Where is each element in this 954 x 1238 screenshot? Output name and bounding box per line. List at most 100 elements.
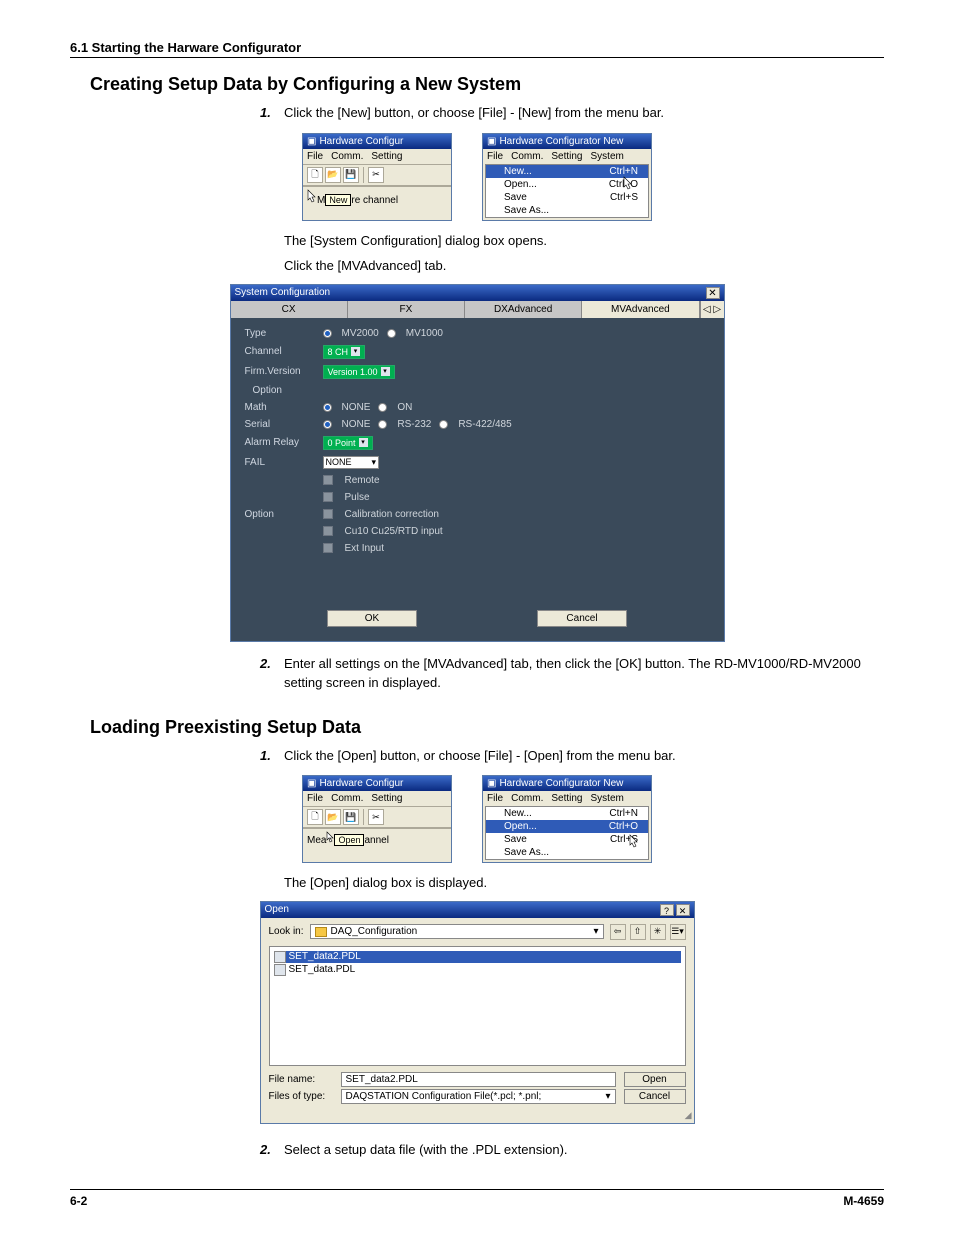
menu-item-save[interactable]: Save Ctrl+S <box>486 191 648 204</box>
status-pre: M <box>317 195 325 206</box>
cancel-button[interactable]: Cancel <box>624 1089 686 1104</box>
radio-mv2000[interactable] <box>323 329 332 338</box>
new-button[interactable]: 🗋 <box>307 809 323 825</box>
tabs: CX FX DXAdvanced MVAdvanced ◁ ▷ <box>231 301 724 318</box>
menu-file[interactable]: File <box>487 793 503 804</box>
radio-label: RS-232 <box>397 419 431 430</box>
menu-item-saveas[interactable]: Save As... <box>486 204 648 217</box>
menu-setting[interactable]: Setting <box>551 151 582 162</box>
titlebar: ▣ Hardware Configur <box>303 134 451 149</box>
menu-file[interactable]: File <box>487 151 503 162</box>
label-type: Type <box>245 328 315 339</box>
check-calibration[interactable] <box>323 509 333 519</box>
hardware-configurator-window: ▣ Hardware Configur File Comm. Setting 🗋… <box>302 133 452 221</box>
check-pulse[interactable] <box>323 492 333 502</box>
open-dialog: Open ? ✕ Look in: DAQ_Configuration ▾ ⇦ … <box>260 901 695 1124</box>
open-button[interactable]: Open <box>624 1072 686 1087</box>
resize-grip[interactable]: ◢ <box>261 1110 694 1123</box>
menu-file[interactable]: File <box>307 151 323 162</box>
file-item[interactable]: SET_data2.PDL <box>274 951 681 963</box>
label: Save <box>504 834 527 845</box>
para: The [Open] dialog box is displayed. <box>284 873 884 893</box>
folder-icon <box>315 927 327 937</box>
app-icon: ▣ <box>487 778 496 789</box>
shortcut: Ctrl+N <box>609 808 638 819</box>
file-dropdown: New... Ctrl+N Open... Ctrl+O Save Ctrl+S… <box>485 164 649 218</box>
firm-select[interactable]: Version 1.00 ▾ <box>323 365 395 379</box>
menu-item-saveas[interactable]: Save As... <box>486 846 648 859</box>
tab-fx[interactable]: FX <box>348 301 465 318</box>
load-step-2: 2. Select a setup data file (with the .P… <box>260 1140 884 1160</box>
check-remote[interactable] <box>323 475 333 485</box>
menu-system[interactable]: System <box>591 793 624 804</box>
menu-file[interactable]: File <box>307 793 323 804</box>
fail-select[interactable]: NONE ▾ <box>323 456 380 469</box>
back-icon[interactable]: ⇦ <box>610 924 626 940</box>
up-icon[interactable]: ⇧ <box>630 924 646 940</box>
radio-serial-none[interactable] <box>323 420 332 429</box>
open-button[interactable]: 📂 <box>325 167 341 183</box>
folder-select[interactable]: DAQ_Configuration ▾ <box>310 924 604 939</box>
menu-comm[interactable]: Comm. <box>511 793 543 804</box>
menu-system[interactable]: System <box>591 151 624 162</box>
label-serial: Serial <box>245 419 315 430</box>
tab-mvadvanced[interactable]: MVAdvanced <box>582 301 699 318</box>
radio-math-none[interactable] <box>323 403 332 412</box>
lookin-label: Look in: <box>269 926 304 937</box>
save-button[interactable]: 💾 <box>343 809 359 825</box>
channel-select[interactable]: 8 CH ▾ <box>323 345 366 359</box>
new-button[interactable]: 🗋 <box>307 167 323 183</box>
cut-button[interactable]: ✂ <box>368 167 384 183</box>
app-icon: ▣ <box>307 136 316 147</box>
cancel-button[interactable]: Cancel <box>537 610 627 627</box>
folder-name: DAQ_Configuration <box>331 926 418 937</box>
menu-item-open[interactable]: Open... Ctrl+O <box>486 820 648 833</box>
check-cu[interactable] <box>323 526 333 536</box>
create-step-2: 2. Enter all settings on the [MVAdvanced… <box>260 654 884 693</box>
menu-setting[interactable]: Setting <box>371 151 402 162</box>
file-list[interactable]: SET_data2.PDL SET_data.PDL <box>269 946 686 1066</box>
shortcut: Ctrl+S <box>610 192 638 203</box>
radio-mv1000[interactable] <box>387 329 396 338</box>
menu-comm[interactable]: Comm. <box>331 793 363 804</box>
filename-input[interactable]: SET_data2.PDL <box>341 1072 616 1087</box>
save-button[interactable]: 💾 <box>343 167 359 183</box>
menu-comm[interactable]: Comm. <box>331 151 363 162</box>
file-item[interactable]: SET_data.PDL <box>274 964 681 976</box>
radio-math-on[interactable] <box>378 403 387 412</box>
cursor-icon <box>307 189 317 203</box>
tab-dxadvanced[interactable]: DXAdvanced <box>465 301 582 318</box>
radio-serial-232[interactable] <box>378 420 387 429</box>
menu-comm[interactable]: Comm. <box>511 151 543 162</box>
radio-serial-422[interactable] <box>439 420 448 429</box>
menu-setting[interactable]: Setting <box>371 793 402 804</box>
newfolder-icon[interactable]: ✳ <box>650 924 666 940</box>
filetype-select[interactable]: DAQSTATION Configuration File(*.pcl; *.p… <box>341 1089 616 1104</box>
menu-item-save[interactable]: Save Ctrl+S <box>486 833 648 846</box>
check-label: Pulse <box>345 492 370 503</box>
chevron-down-icon: ▾ <box>593 926 598 937</box>
title-text: Open <box>265 904 289 915</box>
page-number: 6-2 <box>70 1194 87 1208</box>
views-icon[interactable]: ☰▾ <box>670 924 686 940</box>
menu-item-new[interactable]: New... Ctrl+N <box>486 807 648 820</box>
nav-icons: ⇦ ⇧ ✳ ☰▾ <box>610 924 686 940</box>
ok-button[interactable]: OK <box>327 610 417 627</box>
close-button[interactable]: ✕ <box>676 904 690 916</box>
tab-cx[interactable]: CX <box>231 301 348 318</box>
open-button[interactable]: 📂 <box>325 809 341 825</box>
cut-button[interactable]: ✂ <box>368 809 384 825</box>
tab-scroll[interactable]: ◁ ▷ <box>700 301 724 318</box>
radio-label: NONE <box>342 419 371 430</box>
alarm-select[interactable]: 0 Point ▾ <box>323 436 373 450</box>
filetype-label: Files of type: <box>269 1091 333 1102</box>
menubar: File Comm. Setting System <box>483 149 651 164</box>
check-ext[interactable] <box>323 543 333 553</box>
label: Save As... <box>504 205 549 216</box>
help-button[interactable]: ? <box>660 904 674 916</box>
menu-setting[interactable]: Setting <box>551 793 582 804</box>
menubar: File Comm. Setting <box>303 791 451 807</box>
close-button[interactable]: ✕ <box>706 287 720 299</box>
label-alarm: Alarm Relay <box>245 437 315 448</box>
title-text: Hardware Configurator New <box>499 778 623 789</box>
